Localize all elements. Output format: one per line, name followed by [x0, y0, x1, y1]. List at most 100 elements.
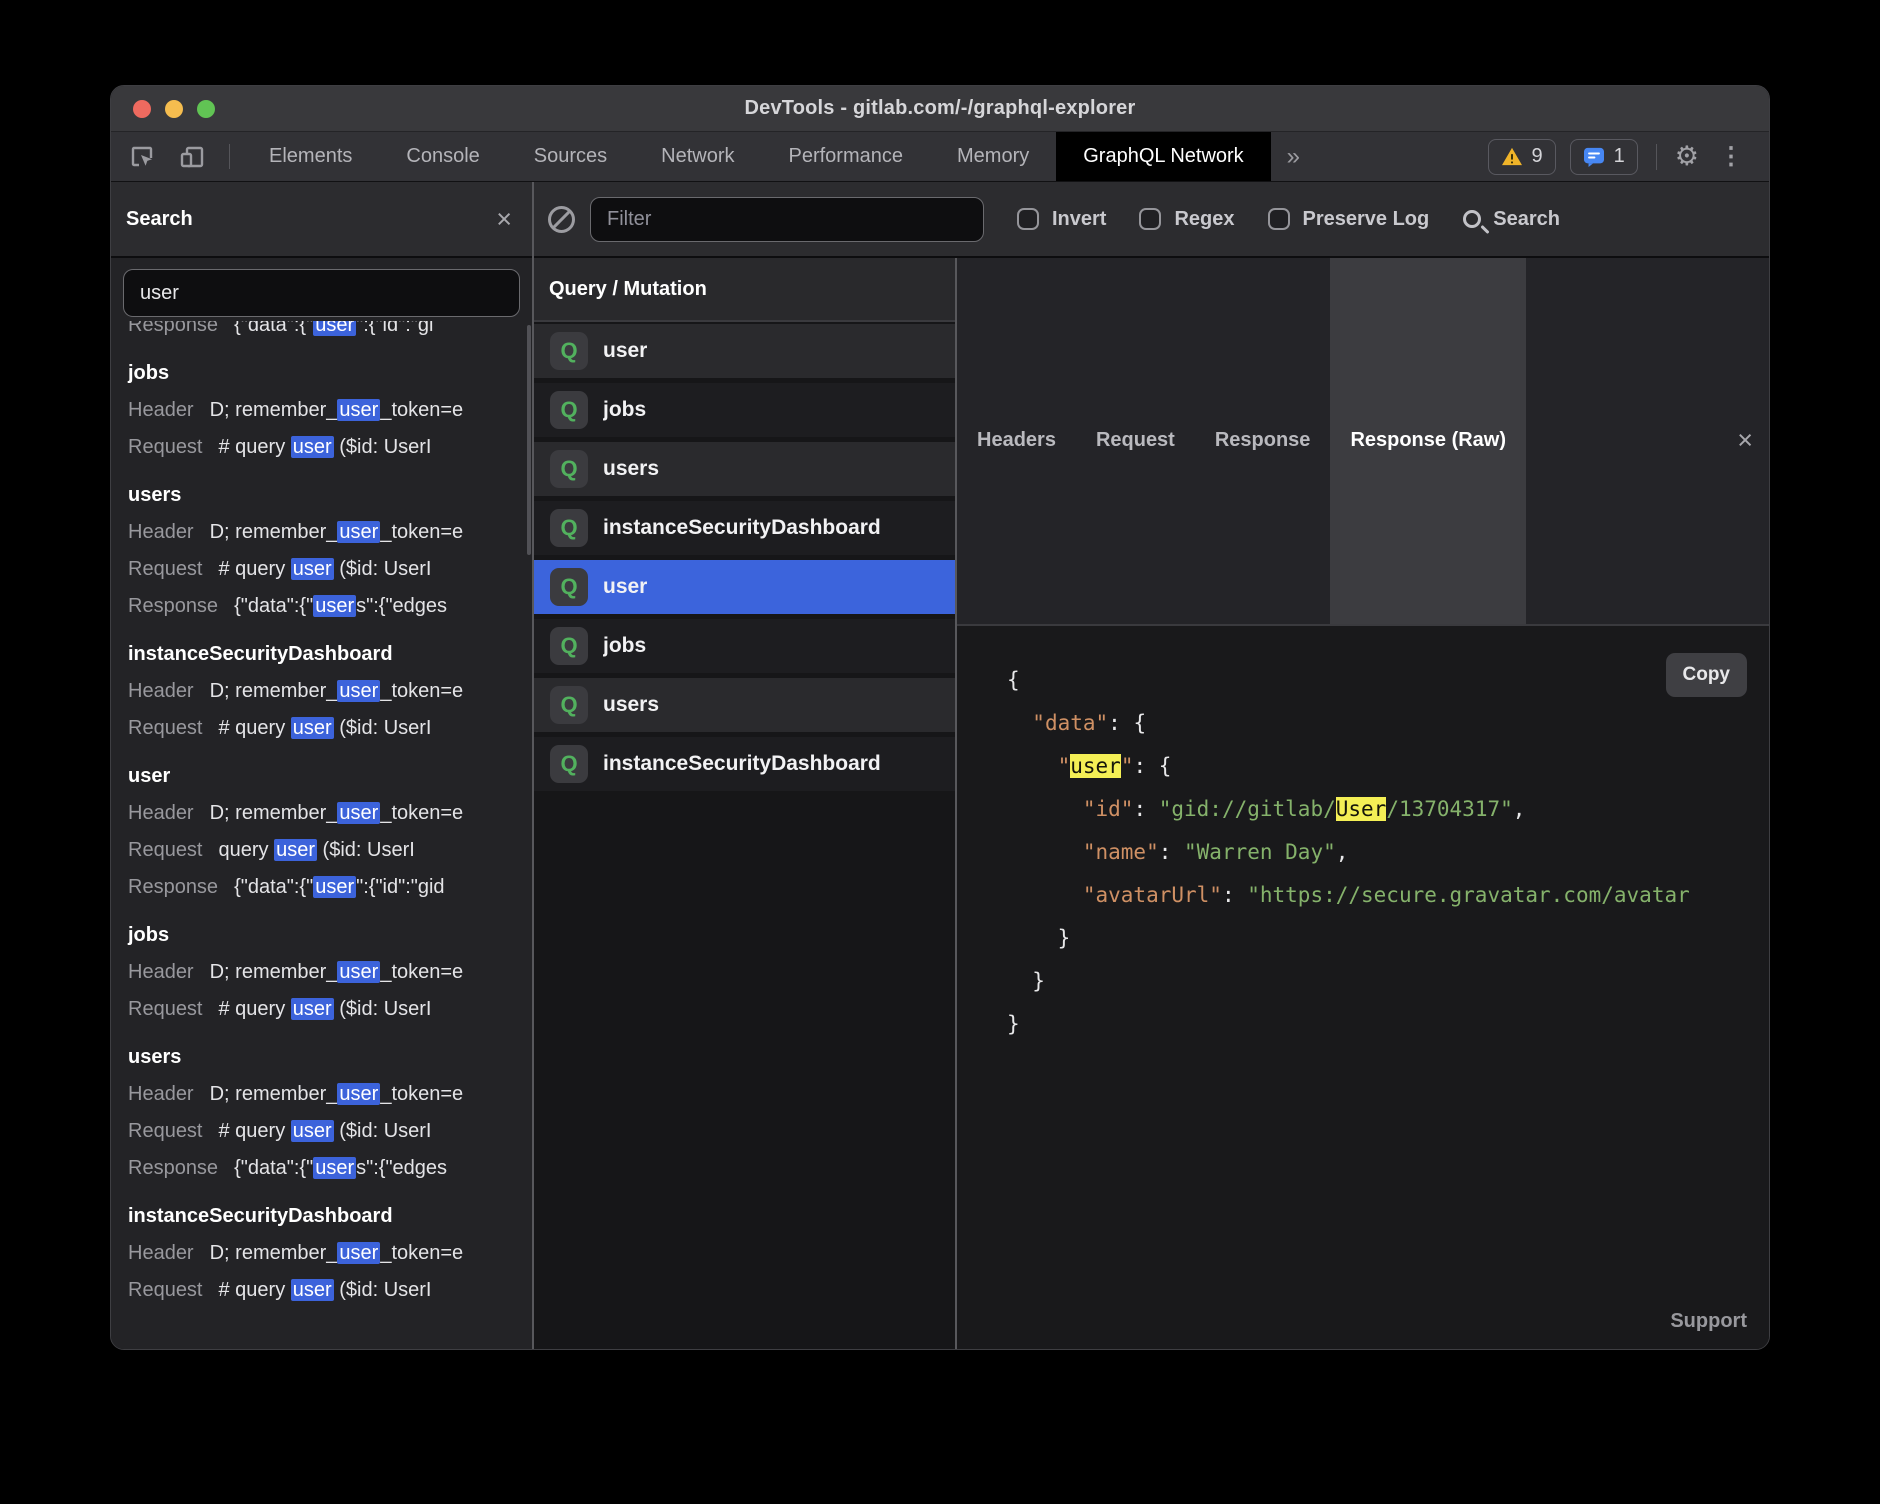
list-item-users[interactable]: Qusers	[534, 678, 955, 732]
match-highlight: user	[291, 1279, 334, 1301]
result-line[interactable]: HeaderD; remember_user_token=e	[128, 392, 532, 429]
checkbox-invert[interactable]	[1017, 208, 1039, 230]
list-item-jobs[interactable]: Qjobs	[534, 619, 955, 673]
text-segment: s":{"edges	[356, 595, 447, 617]
result-line[interactable]: Response{"data":{"user":{"id":"gi	[128, 321, 532, 344]
text-segment: D; remember_	[210, 802, 338, 824]
text-segment: "	[1121, 754, 1134, 778]
list-item-instanceSecurityDashboard[interactable]: QinstanceSecurityDashboard	[534, 501, 955, 555]
toolbar-tab-console[interactable]: Console	[379, 132, 506, 181]
filter-option-invert[interactable]: Invert	[1017, 208, 1106, 231]
result-line[interactable]: Requestquery user ($id: UserI	[128, 832, 532, 869]
text-segment: ,	[1513, 797, 1526, 821]
result-group-title[interactable]: users	[128, 477, 532, 514]
checkbox-preserve-log[interactable]	[1268, 208, 1290, 230]
detail-tab-response-raw-[interactable]: Response (Raw)	[1330, 258, 1526, 624]
list-item-instanceSecurityDashboard[interactable]: QinstanceSecurityDashboard	[534, 737, 955, 791]
match-highlight: user	[291, 998, 334, 1020]
detail-tab-headers[interactable]: Headers	[957, 258, 1076, 624]
search-close-icon[interactable]: ×	[496, 206, 512, 233]
title-bar: DevTools - gitlab.com/-/graphql-explorer	[111, 86, 1769, 132]
list-item-users[interactable]: Qusers	[534, 442, 955, 496]
result-line[interactable]: HeaderD; remember_user_token=e	[128, 1076, 532, 1113]
toolbar-tab-network[interactable]: Network	[634, 132, 761, 181]
toolbar-tab-elements[interactable]: Elements	[242, 132, 379, 181]
query-list-header: Query / Mutation	[534, 258, 955, 322]
issues-warning-badge[interactable]: 9	[1488, 139, 1556, 175]
text-segment: ,	[1336, 840, 1349, 864]
result-line[interactable]: Response{"data":{"user":{"id":"gid	[128, 869, 532, 906]
result-line[interactable]: Request# query user ($id: UserI	[128, 991, 532, 1028]
list-item-user[interactable]: Quser	[534, 560, 955, 614]
network-search-label: Search	[1493, 208, 1560, 231]
query-badge-icon: Q	[550, 627, 588, 665]
result-group-title[interactable]: jobs	[128, 917, 532, 954]
list-item-user[interactable]: Quser	[534, 324, 955, 378]
result-line-label: Request	[128, 558, 203, 580]
copy-button[interactable]: Copy	[1666, 653, 1748, 697]
json-line: "avatarUrl": "https://secure.gravatar.co…	[1007, 874, 1769, 917]
result-group-title[interactable]: instanceSecurityDashboard	[128, 1198, 532, 1235]
checkbox-label: Invert	[1052, 208, 1106, 231]
toolbar-tab-sources[interactable]: Sources	[507, 132, 634, 181]
checkbox-regex[interactable]	[1139, 208, 1161, 230]
text-segment: # query	[219, 998, 291, 1020]
result-line[interactable]: HeaderD; remember_user_token=e	[128, 514, 532, 551]
result-line[interactable]: Request# query user ($id: UserI	[128, 429, 532, 466]
filter-bar: Invert Regex Preserve Log Search	[534, 182, 1769, 258]
text-segment: ($id: UserI	[334, 558, 432, 580]
result-line[interactable]: Request# query user ($id: UserI	[128, 1272, 532, 1309]
filter-input[interactable]	[590, 197, 984, 242]
support-link[interactable]: Support	[1670, 1310, 1747, 1333]
result-line[interactable]: HeaderD; remember_user_token=e	[128, 1235, 532, 1272]
result-line[interactable]: Request# query user ($id: UserI	[128, 1113, 532, 1150]
minimize-window-button[interactable]	[165, 100, 183, 118]
more-options-icon[interactable]: ⋮	[1713, 145, 1749, 169]
inspect-element-icon[interactable]	[111, 132, 167, 181]
settings-gear-icon[interactable]: ⚙	[1675, 143, 1699, 170]
console-messages-badge[interactable]: 1	[1570, 139, 1638, 175]
list-item-jobs[interactable]: Qjobs	[534, 383, 955, 437]
result-line[interactable]: Request# query user ($id: UserI	[128, 551, 532, 588]
detail-close-button[interactable]: ×	[1737, 258, 1753, 624]
more-tabs-chevron-icon[interactable]: »	[1271, 132, 1316, 181]
match-highlight: user	[291, 558, 334, 580]
result-line[interactable]: HeaderD; remember_user_token=e	[128, 673, 532, 710]
filter-option-regex[interactable]: Regex	[1139, 208, 1234, 231]
text-segment: D; remember_	[210, 521, 338, 543]
detail-tab-request[interactable]: Request	[1076, 258, 1195, 624]
text-segment: : {	[1133, 754, 1171, 778]
toolbar-tab-memory[interactable]: Memory	[930, 132, 1056, 181]
result-line[interactable]: HeaderD; remember_user_token=e	[128, 954, 532, 991]
results-scrollbar[interactable]	[527, 325, 531, 555]
query-badge-icon: Q	[550, 391, 588, 429]
result-group-title[interactable]: jobs	[128, 355, 532, 392]
filter-option-preserve-log[interactable]: Preserve Log	[1268, 208, 1430, 231]
json-indent	[1007, 797, 1083, 821]
match-highlight: user	[291, 1120, 334, 1142]
result-line[interactable]: Response{"data":{"users":{"edges	[128, 588, 532, 625]
match-highlight: user	[1070, 754, 1121, 778]
device-toolbar-icon[interactable]	[167, 132, 217, 181]
json-indent	[1007, 926, 1058, 950]
result-line-label: Header	[128, 802, 194, 824]
result-line[interactable]: Request# query user ($id: UserI	[128, 710, 532, 747]
traffic-lights	[133, 86, 215, 131]
toolbar-tab-graphql-network[interactable]: GraphQL Network	[1056, 132, 1270, 181]
result-line[interactable]: HeaderD; remember_user_token=e	[128, 795, 532, 832]
network-search-button[interactable]: Search	[1463, 208, 1560, 231]
result-group-title[interactable]: user	[128, 758, 532, 795]
result-line-label: Response	[128, 876, 218, 898]
search-input[interactable]	[123, 269, 520, 317]
result-line-label: Request	[128, 839, 203, 861]
close-window-button[interactable]	[133, 100, 151, 118]
zoom-window-button[interactable]	[197, 100, 215, 118]
toolbar-tab-performance[interactable]: Performance	[762, 132, 931, 181]
result-line[interactable]: Response{"data":{"users":{"edges	[128, 1150, 532, 1187]
toolbar-right-divider	[1656, 144, 1657, 170]
detail-tab-response[interactable]: Response	[1195, 258, 1331, 624]
clear-filter-icon[interactable]	[548, 206, 575, 233]
result-group-title[interactable]: instanceSecurityDashboard	[128, 636, 532, 673]
json-indent	[1007, 840, 1083, 864]
result-group-title[interactable]: users	[128, 1039, 532, 1076]
